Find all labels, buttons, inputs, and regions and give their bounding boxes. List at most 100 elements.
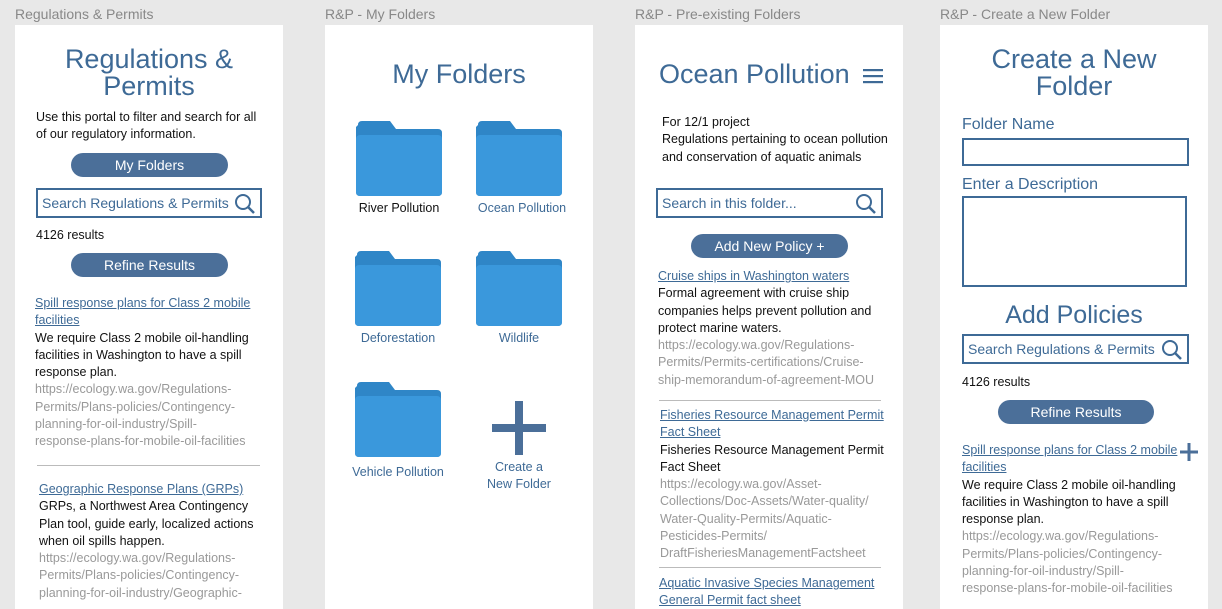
create-folder-frame: Create a New Folder Folder Name Enter a … (940, 25, 1208, 609)
description-line: Fact Sheet (660, 459, 721, 474)
result-url: https://ecology.wa.gov/Regulations- Perm… (39, 550, 279, 602)
folder-description-line: and conservation of aquatic animals (662, 149, 862, 164)
folder-icon[interactable] (355, 382, 441, 457)
frame-label-my-folders: R&P - My Folders (325, 6, 436, 22)
url-line: Permits/Plans-policies/Contingency- (39, 568, 240, 583)
result-title-link[interactable]: General Permit fact sheet (659, 592, 899, 609)
folder-name-label: Folder Name (962, 116, 1055, 133)
page-title-line: Permits (103, 71, 195, 101)
url-line: Pesticides-Permits/ (660, 529, 767, 544)
url-line: response-plans-for-mobile-oil-facilities (35, 434, 246, 449)
result-description: We require Class 2 mobile oil-handling f… (35, 330, 275, 382)
description-line: Plan tool, guide early, localized action… (39, 516, 254, 531)
result-item: Cruise ships in Washington waters Formal… (658, 268, 898, 389)
search-icon[interactable] (1161, 339, 1183, 361)
add-new-policy-button[interactable]: Add New Policy + (691, 234, 848, 258)
frame-label-create-folder: R&P - Create a New Folder (940, 6, 1111, 22)
result-url: https://ecology.wa.gov/Asset- Collection… (660, 476, 900, 562)
folder-icon[interactable] (476, 251, 562, 326)
folder-icon[interactable] (476, 121, 562, 196)
search-input[interactable]: Search Regulations & Permits (36, 188, 262, 218)
description-line: response plan. (35, 365, 118, 380)
description-line: Formal agreement with cruise ship (658, 286, 850, 301)
description-line: when oil spills happen. (39, 533, 165, 548)
result-description: Fisheries Resource Management Permit Fac… (660, 442, 900, 477)
plus-icon[interactable] (492, 401, 546, 455)
my-folders-button[interactable]: My Folders (71, 153, 228, 177)
description-line: response plan. (962, 512, 1045, 527)
url-line: https://ecology.wa.gov/Regulations- (39, 551, 236, 566)
folder-icon[interactable] (356, 121, 442, 196)
search-icon[interactable] (234, 193, 256, 215)
search-placeholder: Search Regulations & Permits (968, 341, 1155, 357)
page-title-line: Regulations & (64, 44, 234, 74)
url-line: ship-memorandum-of-agreement-MOU (658, 372, 875, 387)
page-title-line: Create a New (991, 44, 1157, 74)
folder-description: For 12/1 project Regulations pertaining … (662, 114, 902, 166)
result-title-link[interactable]: facilities (35, 312, 275, 329)
result-title-link[interactable]: Aquatic Invasive Species Management (659, 575, 899, 592)
hamburger-menu-icon[interactable] (863, 68, 883, 84)
folder-label: Ocean Pollution (477, 201, 567, 215)
intro-line: Use this portal to filter and search for… (36, 110, 257, 124)
url-line: planning-for-oil-industry/Spill- (35, 417, 197, 432)
results-count: 4126 results (962, 375, 1031, 389)
pre-existing-folder-frame: Ocean Pollution For 12/1 project Regulat… (635, 25, 903, 609)
result-title-link[interactable]: Fisheries Resource Management Permit (660, 407, 900, 424)
description-line: protect marine waters. (658, 320, 782, 335)
folder-description-line: Regulations pertaining to ocean pollutio… (662, 132, 888, 147)
result-item: Aquatic Invasive Species Management Gene… (659, 575, 899, 609)
search-placeholder: Search Regulations & Permits (42, 195, 229, 211)
add-policy-plus-icon[interactable] (1180, 443, 1198, 461)
url-line: Permits/Plans-policies/Contingency- (962, 546, 1163, 561)
search-icon[interactable] (855, 193, 877, 215)
url-line: DraftFisheriesManagementFactsheet (660, 546, 866, 561)
url-line: Permits/Plans-policies/Contingency- (35, 399, 236, 414)
refine-results-button[interactable]: Refine Results (71, 253, 228, 277)
result-item: Fisheries Resource Management Permit Fac… (660, 407, 900, 563)
search-input[interactable]: Search Regulations & Permits (962, 334, 1189, 364)
description-textarea[interactable] (962, 196, 1187, 287)
folder-description-line: For 12/1 project (662, 115, 750, 129)
page-title: My Folders (392, 59, 526, 89)
result-title-link[interactable]: Spill response plans for Class 2 mobile (962, 442, 1187, 459)
folder-icon[interactable] (355, 251, 441, 326)
url-line: planning-for-oil-industry/Spill- (962, 564, 1124, 579)
url-line: planning-for-oil-industry/Geographic- (39, 585, 242, 600)
description-label: Enter a Description (962, 176, 1099, 193)
intro-line: of our regulatory information. (36, 127, 196, 142)
description-line: GRPs, a Northwest Area Contingency (39, 499, 249, 514)
search-placeholder: Search in this folder... (662, 195, 797, 211)
url-line: response-plans-for-mobile-oil-facilities (962, 581, 1173, 596)
frame-label-pre-existing: R&P - Pre-existing Folders (635, 6, 801, 22)
refine-results-button[interactable]: Refine Results (998, 400, 1154, 424)
folder-label: River Pollution (358, 201, 440, 215)
page-title-line: Folder (1035, 71, 1113, 101)
url-line: Water-Quality-Permits/Aquatic- (660, 511, 832, 526)
url-line: https://ecology.wa.gov/Regulations- (962, 529, 1159, 544)
divider (659, 400, 881, 401)
url-line: https://ecology.wa.gov/Regulations- (658, 338, 855, 353)
regulations-frame: Regulations & Permits Use this portal to… (15, 25, 283, 609)
description-line: We require Class 2 mobile oil-handling (962, 477, 1176, 492)
url-line: https://ecology.wa.gov/Regulations- (35, 382, 232, 397)
result-title-link[interactable]: facilities (962, 459, 1187, 476)
create-folder-label: Create a New Folder (459, 459, 579, 493)
results-count: 4126 results (36, 228, 105, 242)
folder-name-input[interactable] (962, 138, 1189, 166)
result-url: https://ecology.wa.gov/Regulations- Perm… (35, 381, 275, 450)
description-line: facilities in Washington to have a spill (35, 347, 242, 362)
result-title-link[interactable]: Geographic Response Plans (GRPs) (39, 481, 279, 498)
description-line: We require Class 2 mobile oil-handling (35, 330, 249, 345)
result-title-link[interactable]: Cruise ships in Washington waters (658, 268, 898, 285)
result-title-link[interactable]: Spill response plans for Class 2 mobile (35, 295, 275, 312)
create-folder-line: New Folder (487, 477, 551, 491)
result-title-link[interactable]: Fact Sheet (660, 424, 900, 441)
folder-label: Deforestation (360, 331, 436, 345)
result-description: GRPs, a Northwest Area Contingency Plan … (39, 498, 279, 550)
page-title: Ocean Pollution (659, 59, 850, 89)
page-title: Create a New Folder (940, 46, 1208, 100)
result-url: https://ecology.wa.gov/Regulations- Perm… (658, 337, 898, 389)
result-item: Geographic Response Plans (GRPs) GRPs, a… (39, 481, 279, 602)
folder-search-input[interactable]: Search in this folder... (656, 188, 883, 218)
